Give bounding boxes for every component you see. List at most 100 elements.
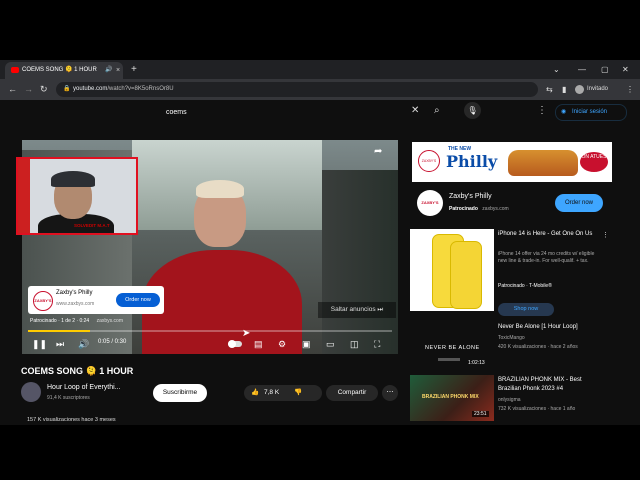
avatar-icon xyxy=(575,85,584,94)
sidebar-ad-banner[interactable]: ZAXBY'S THE NEW Philly ON ATUES xyxy=(412,142,612,182)
mouse-cursor-icon: ➤ xyxy=(242,328,251,339)
thumbs-up-icon: 👍 xyxy=(251,389,260,396)
item-title[interactable]: BRAZILIAN PHONK MIX - Best Brazilian Pho… xyxy=(498,376,602,394)
account-icon: ◉ xyxy=(561,109,567,115)
profile-button[interactable]: Invitado xyxy=(575,83,615,96)
item-stats: 420 K visualizaciones · hace 2 años xyxy=(498,344,578,350)
ad-domain-link[interactable]: zaxbys.com xyxy=(97,318,123,324)
minimize-button[interactable]: — xyxy=(578,62,586,77)
url-domain: youtube.com xyxy=(73,86,108,92)
ad-title[interactable]: Zaxby's Philly xyxy=(449,193,492,200)
search-icon[interactable]: ⌕ xyxy=(434,105,440,116)
cast-screen-icon[interactable]: ◫ xyxy=(350,338,359,350)
video-person-hair xyxy=(196,180,244,198)
subscribe-button[interactable]: Suscribirme xyxy=(153,384,207,402)
sign-in-button[interactable]: ◉ Iniciar sesión xyxy=(555,104,627,121)
shop-now-button[interactable]: Shop now xyxy=(498,303,554,316)
url-path: /watch?v=8K5oRnsOr8U xyxy=(107,86,174,92)
maximize-button[interactable]: ▢ xyxy=(601,62,609,77)
progress-bar[interactable] xyxy=(28,330,392,332)
sidebar-order-button[interactable]: Order now xyxy=(555,194,603,212)
browser-toolbar: ← → ↻ 🔒 youtube.com/watch?v=8K5oRnsOr8U … xyxy=(0,79,640,100)
tab-close-button[interactable]: × xyxy=(116,62,120,79)
ad-sponsor: Patrocinado zaxbys.com xyxy=(449,206,509,212)
channel-subscribers: 91,4 K suscriptores xyxy=(47,395,90,401)
fullscreen-icon[interactable]: ⛶ xyxy=(374,338,380,350)
pause-icon[interactable]: ❚❚ xyxy=(32,338,47,350)
item-channel: onlysigma xyxy=(498,397,521,403)
skip-ads-button[interactable]: Saltar anuncios ⏭ xyxy=(318,302,396,318)
item-channel: ToxicMango xyxy=(498,335,525,341)
theater-icon[interactable]: ▭ xyxy=(326,338,335,350)
neverbe-thumb-text: NEVER BE ALONE xyxy=(425,345,480,351)
ad-domain: www.zaxbys.com xyxy=(56,301,95,307)
profile-label: Invitado xyxy=(587,86,609,92)
settings-gear-icon[interactable]: ⚙ xyxy=(278,338,286,350)
video-title: COEMS SONG 🫠 1 HOUR xyxy=(21,366,134,376)
mic-icon[interactable]: 🎙 xyxy=(464,102,481,119)
video-stats: 157 K visualizaciones hace 3 meses xyxy=(27,417,116,423)
ad-logo-icon: ZAXBY'S xyxy=(417,190,443,216)
ad-info: Patrocinado · 1 de 2 · 0:24 zaxbys.com xyxy=(30,318,123,324)
more-actions-icon[interactable]: ⋯ xyxy=(382,385,398,401)
side-panel-icon[interactable]: ▮ xyxy=(562,82,566,97)
tab-bar: COEMS SONG 🫠 1 HOUR 🔊 × + ⌄ — ▢ ✕ xyxy=(0,60,640,79)
speaker-icon[interactable]: 🔊 xyxy=(105,62,112,79)
address-bar[interactable]: 🔒 youtube.com/watch?v=8K5oRnsOr8U xyxy=(56,82,538,97)
iphone-thumbnail[interactable] xyxy=(410,229,494,311)
clear-search-icon[interactable]: ✕ xyxy=(411,105,419,116)
phonk-thumb-text: BRAZILIAN PHONK MIX xyxy=(422,394,479,400)
ad-sponsor-label: Patrocinado xyxy=(449,206,478,212)
item-title[interactable]: iPhone 14 is Here - Get One On Us xyxy=(498,230,602,239)
tab-search-icon[interactable]: ⌄ xyxy=(553,62,560,77)
subtitles-icon[interactable]: ▤ xyxy=(254,338,263,350)
ad-overlay-card[interactable]: ZAXBY'S Zaxby's Philly www.zaxbys.com Or… xyxy=(28,286,164,314)
like-button[interactable]: 👍 7,8 K 👎 xyxy=(244,385,322,401)
volume-icon[interactable]: 🔊 xyxy=(78,338,89,350)
item-title[interactable]: Never Be Alone [1 Hour Loop] xyxy=(498,323,602,332)
channel-name[interactable]: Hour Loop of Everythi... xyxy=(47,384,121,391)
channel-avatar[interactable] xyxy=(21,382,41,402)
like-count: 7,8 K xyxy=(264,389,280,396)
phonk-duration: 23:51 xyxy=(472,411,489,417)
cast-icon[interactable]: ⇆ xyxy=(546,82,553,97)
settings-kebab-icon[interactable]: ⋮ xyxy=(537,105,547,116)
ad-order-button[interactable]: Order now xyxy=(116,293,160,307)
banner-logo: ZAXBY'S xyxy=(418,150,440,172)
browser-window: COEMS SONG 🫠 1 HOUR 🔊 × + ⌄ — ▢ ✕ ← → ↻ … xyxy=(0,60,640,425)
youtube-favicon-icon xyxy=(11,67,19,73)
back-icon[interactable]: ← xyxy=(8,82,17,97)
close-window-button[interactable]: ✕ xyxy=(622,62,629,77)
lock-icon: 🔒 xyxy=(63,86,71,92)
webcam-overlay: SOLVEDIT M.A.T xyxy=(16,157,138,235)
ad-sponsor-text: Patrocinado · 1 de 2 · 0:24 xyxy=(30,318,90,324)
search-input[interactable]: coems xyxy=(166,109,187,116)
neverbe-thumb-bar xyxy=(438,358,460,361)
webcam-caption: SOLVEDIT M.A.T xyxy=(74,223,110,228)
menu-kebab-icon[interactable]: ⋮ xyxy=(626,82,634,97)
tab-youtube[interactable]: COEMS SONG 🫠 1 HOUR 🔊 × xyxy=(5,62,123,79)
sandwich-image xyxy=(508,150,578,176)
video-share-icon[interactable]: ➦ xyxy=(374,146,382,157)
video-building-right xyxy=(322,170,398,354)
item-stats: 732 K visualizaciones · hace 1 año xyxy=(498,406,576,412)
tab-title: COEMS SONG 🫠 1 HOUR xyxy=(22,67,97,73)
item-more-icon[interactable]: ⋮ xyxy=(602,231,609,239)
ad-name: Zaxby's Philly xyxy=(56,290,93,296)
toggle-knob xyxy=(228,340,236,348)
reload-icon[interactable]: ↻ xyxy=(40,82,48,97)
share-button[interactable]: Compartir xyxy=(326,385,378,401)
progress-fill xyxy=(28,330,90,332)
autoplay-toggle[interactable] xyxy=(228,340,242,348)
ad-sponsor-domain: zaxbys.com xyxy=(482,206,509,212)
zaxbys-logo: ZAXBY'S xyxy=(33,291,53,311)
item-sponsor: Patrocinado · T-Mobile® xyxy=(498,283,552,289)
item-description: iPhone 14 offer via 24 mo credits w/ eli… xyxy=(498,251,595,264)
next-icon[interactable]: ⏭ xyxy=(56,338,64,350)
new-tab-button[interactable]: + xyxy=(131,62,137,77)
thumbs-down-icon[interactable]: 👎 xyxy=(294,385,302,401)
time-display: 0:05 / 0:30 xyxy=(98,339,127,345)
miniplayer-icon[interactable]: ▣ xyxy=(302,338,311,350)
forward-icon[interactable]: → xyxy=(24,82,33,97)
banner-tag: ON ATUES xyxy=(580,152,608,172)
